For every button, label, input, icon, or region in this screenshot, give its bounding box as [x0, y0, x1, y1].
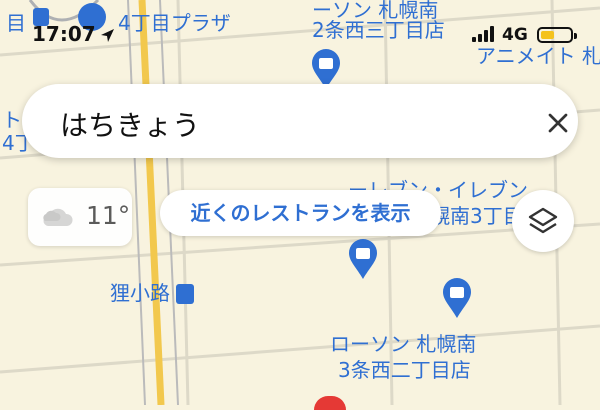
temperature: 11°: [86, 201, 131, 230]
status-time: 17:07: [32, 22, 96, 46]
map-label-plaza: 4丁目プラザ: [118, 11, 231, 35]
show-nearby-restaurants-button[interactable]: 近くのレストランを表示: [160, 190, 441, 236]
search-query[interactable]: はちきょう: [60, 104, 200, 144]
close-icon[interactable]: [546, 111, 570, 135]
map-label-animate: アニメイト 札: [476, 44, 600, 68]
convenience-store-pin-icon[interactable]: [347, 238, 379, 280]
map-label-lawson-bottom-line2: 3条西二丁目店: [338, 358, 471, 382]
convenience-store-pin-icon[interactable]: [441, 277, 473, 319]
map-label-lawson-bottom-line1: ローソン 札幌南: [330, 332, 477, 356]
layers-icon: [528, 207, 558, 234]
train-station-icon: [176, 284, 194, 304]
battery-icon: [537, 27, 577, 43]
network-type: 4G: [502, 25, 528, 45]
search-bar[interactable]: はちきょう: [22, 84, 578, 158]
layers-button[interactable]: [512, 190, 574, 252]
signal-strength-icon: [472, 26, 498, 42]
cloudy-icon: [43, 208, 73, 226]
location-arrow-icon: [101, 29, 114, 42]
weather-widget[interactable]: 11°: [28, 188, 132, 246]
map-label-lawson-top-line2: 2条西三丁目店: [312, 18, 445, 42]
map-label-tanuki: 狸小路: [110, 281, 170, 305]
restaurant-button-label: 近くのレストランを表示: [190, 201, 411, 225]
map-label-top-left: 目: [6, 11, 26, 35]
map-label-left-edge-line1: ト: [2, 108, 22, 132]
